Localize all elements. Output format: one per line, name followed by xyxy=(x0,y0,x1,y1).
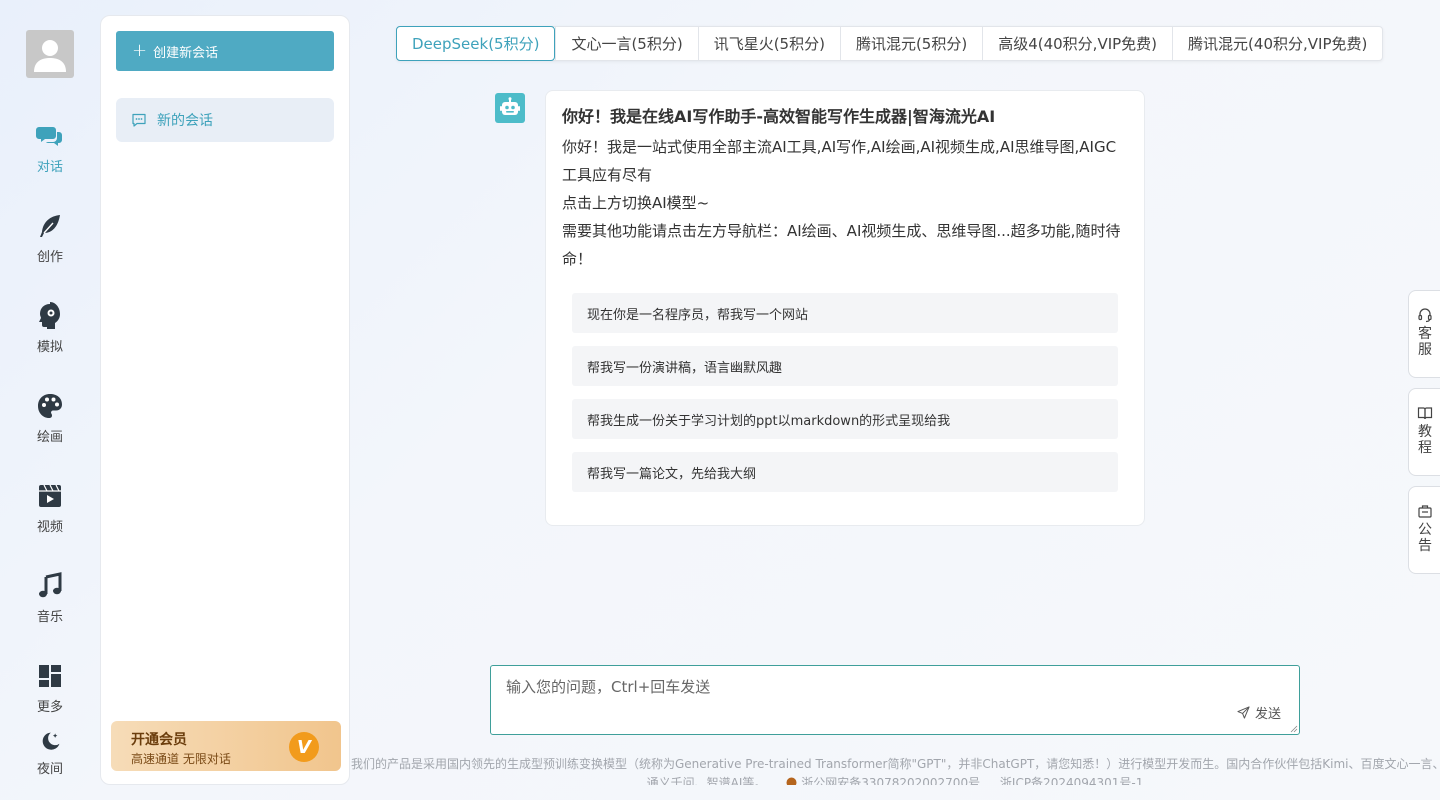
nav-item-night-mode[interactable]: 夜间 xyxy=(0,730,100,800)
float-button-label: 公告 xyxy=(1418,522,1432,554)
chat-input[interactable] xyxy=(491,666,1299,734)
message-body: 你好！我是一站式使用全部主流AI工具,AI写作,AI绘画,AI视频生成,AI思维… xyxy=(562,133,1128,273)
police-record-link[interactable]: 浙公网安备33078202002700号 xyxy=(786,776,980,785)
moon-icon xyxy=(42,732,60,750)
conversation-panel: + 创建新会话 新的会话 开通会员 高速通道 无限对话 V xyxy=(100,15,350,785)
new-chat-button[interactable]: + 创建新会话 xyxy=(116,31,334,71)
suggestion-list: 现在你是一名程序员，帮我写一个网站 帮我写一份演讲稿，语言幽默风趣 帮我生成一份… xyxy=(562,293,1128,492)
footer-records: 通义千问、智谱AI等。 浙公网安备33078202002700号 浙ICP备20… xyxy=(350,773,1440,785)
suggestion-item[interactable]: 帮我写一份演讲稿，语言幽默风趣 xyxy=(572,346,1118,386)
police-record-text: 浙公网安备33078202002700号 xyxy=(801,776,981,785)
suggestion-item[interactable]: 现在你是一名程序员，帮我写一个网站 xyxy=(572,293,1118,333)
nav-item-simulate[interactable]: 模拟 xyxy=(0,302,100,372)
nav-item-create[interactable]: 创作 xyxy=(0,212,100,282)
footer-partners-tail: 通义千问、智谱AI等。 xyxy=(646,776,767,785)
video-icon xyxy=(39,484,61,507)
nav-item-draw[interactable]: 绘画 xyxy=(0,392,100,462)
message-line: 点击上方切换AI模型~ xyxy=(562,194,710,212)
suggestion-item[interactable]: 帮我生成一份关于学习计划的ppt以markdown的形式呈现给我 xyxy=(572,399,1118,439)
footer: 我们的产品是采用国内领先的生成型预训练变换模型（统称为Generative Pr… xyxy=(350,754,1440,785)
feather-icon xyxy=(40,215,60,237)
avatar[interactable] xyxy=(26,30,74,78)
book-icon xyxy=(1417,407,1433,420)
announcement-button[interactable]: 公告 xyxy=(1408,486,1440,574)
conversation-item[interactable]: 新的会话 xyxy=(116,98,334,142)
nav-item-label: 对话 xyxy=(36,160,63,175)
plus-icon: + xyxy=(132,40,148,61)
nav-item-label: 模拟 xyxy=(36,340,63,355)
palette-icon xyxy=(38,394,62,418)
bot-message: 你好！我是在线AI写作助手-高效智能写作生成器|智海流光AI 你好！我是一站式使… xyxy=(545,90,1145,526)
nav-item-chat[interactable]: 对话 xyxy=(0,122,100,192)
nav-rail: 对话 创作 模拟 绘画 视频 音乐 更多 夜间 xyxy=(0,0,100,800)
message-title: 你好！我是在线AI写作助手-高效智能写作生成器|智海流光AI xyxy=(562,107,996,126)
suggestion-item[interactable]: 帮我写一篇论文，先给我大纲 xyxy=(572,452,1118,492)
conversation-title: 新的会话 xyxy=(157,113,213,129)
nav-item-video[interactable]: 视频 xyxy=(0,482,100,552)
tab-hunyuan[interactable]: 腾讯混元(5积分) xyxy=(839,27,982,60)
nav-item-label: 更多 xyxy=(36,700,63,715)
send-button[interactable]: 发送 xyxy=(1237,703,1281,722)
new-chat-label: 创建新会话 xyxy=(153,45,219,61)
customer-service-button[interactable]: 客服 xyxy=(1408,290,1440,378)
nav-item-label: 视频 xyxy=(36,520,63,535)
resize-handle-icon[interactable] xyxy=(1290,725,1298,733)
robot-icon xyxy=(500,97,520,115)
float-button-label: 教程 xyxy=(1418,424,1432,456)
chat-icon xyxy=(36,127,62,146)
icp-record-link[interactable]: 浙ICP备2024094301号-1 xyxy=(1000,776,1143,785)
music-icon xyxy=(39,572,62,598)
vip-badge-icon: V xyxy=(289,732,319,762)
grid-icon xyxy=(39,665,61,687)
headset-icon xyxy=(1418,308,1432,323)
footer-disclaimer: 我们的产品是采用国内领先的生成型预训练变换模型（统称为Generative Pr… xyxy=(351,757,1440,771)
tab-xunfei[interactable]: 讯飞星火(5积分) xyxy=(697,27,840,60)
send-icon xyxy=(1237,706,1250,719)
tab-advanced4[interactable]: 高级4(40积分,VIP免费) xyxy=(982,27,1172,60)
head-icon xyxy=(39,302,60,329)
nav-item-music[interactable]: 音乐 xyxy=(0,572,100,642)
model-tabs: DeepSeek(5积分) 文心一言(5积分) 讯飞星火(5积分) 腾讯混元(5… xyxy=(396,26,1384,61)
chat-input-box: 发送 xyxy=(490,665,1300,735)
nav-item-label: 绘画 xyxy=(36,430,63,445)
user-avatar-icon xyxy=(34,40,66,72)
vip-upgrade-card[interactable]: 开通会员 高速通道 无限对话 V xyxy=(111,721,341,771)
float-button-label: 客服 xyxy=(1418,326,1432,358)
send-label: 发送 xyxy=(1254,706,1281,721)
nav-item-more[interactable]: 更多 xyxy=(0,662,100,732)
message-square-icon xyxy=(132,113,146,127)
tab-wenxin[interactable]: 文心一言(5积分) xyxy=(555,27,697,60)
tab-hunyuan-vip[interactable]: 腾讯混元(40积分,VIP免费) xyxy=(1172,27,1382,60)
message-line: 需要其他功能请点击左方导航栏：AI绘画、AI视频生成、思维导图...超多功能,随… xyxy=(562,222,1121,268)
message-line: 你好！我是一站式使用全部主流AI工具,AI写作,AI绘画,AI视频生成,AI思维… xyxy=(562,138,1117,184)
nav-item-label: 创作 xyxy=(36,250,63,265)
tutorial-button[interactable]: 教程 xyxy=(1408,388,1440,476)
bot-avatar xyxy=(495,93,525,123)
nav-item-label: 夜间 xyxy=(36,762,63,777)
notice-icon xyxy=(1418,505,1432,518)
nav-item-label: 音乐 xyxy=(36,610,63,625)
tab-deepseek[interactable]: DeepSeek(5积分) xyxy=(396,26,556,61)
police-badge-icon xyxy=(786,777,797,785)
